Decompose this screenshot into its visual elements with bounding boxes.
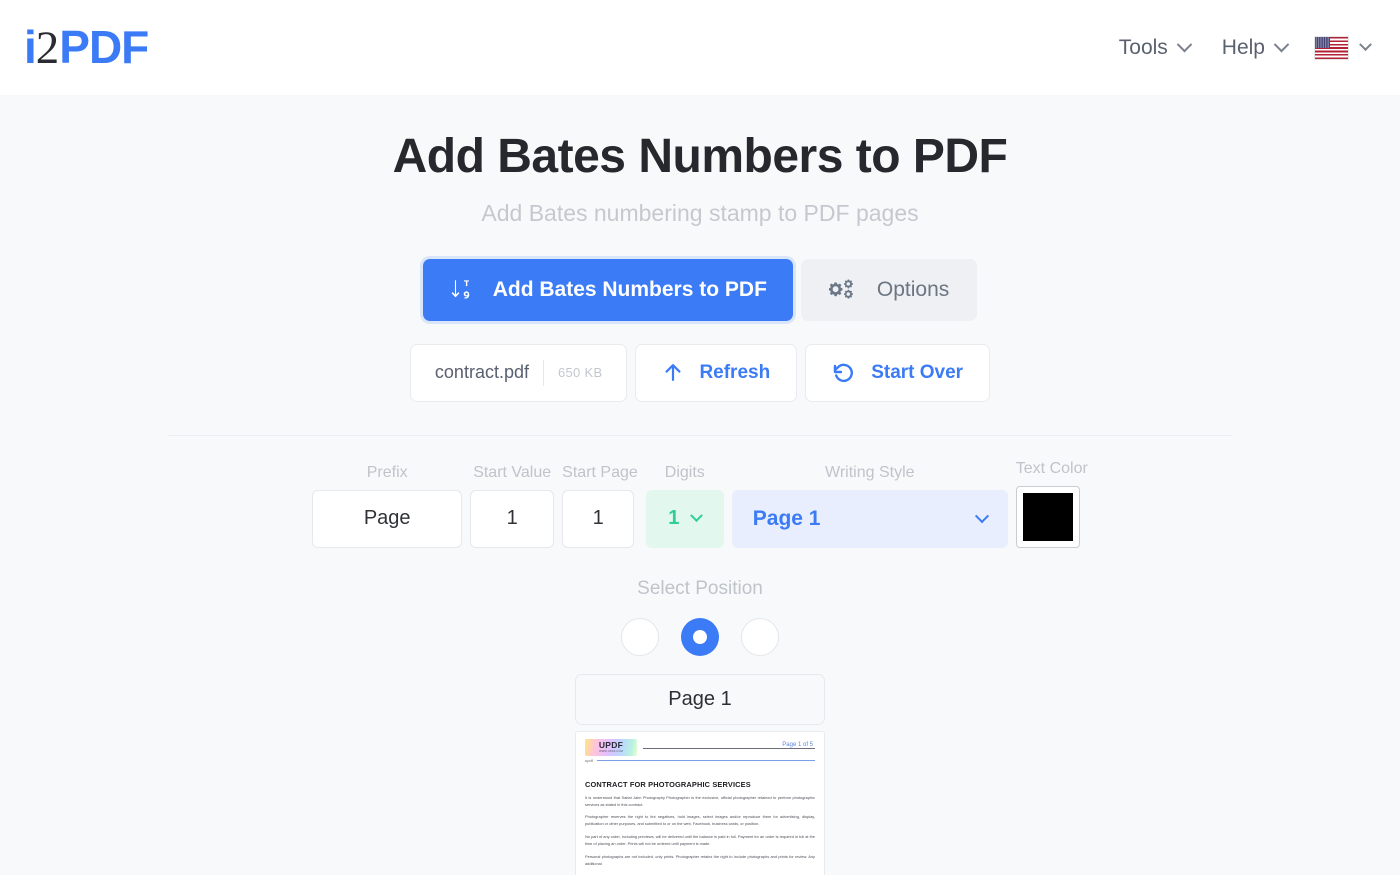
logo-part-i: i: [24, 20, 37, 73]
site-header: i 2 PDF Tools Help: [0, 0, 1400, 95]
field-digits-label: Digits: [664, 463, 705, 481]
text-color-swatch[interactable]: [1015, 485, 1080, 548]
chevron-down-icon: [690, 509, 704, 523]
thumbnail-document-title: CONTRACT FOR PHOTOGRAPHIC SERVICES: [585, 779, 751, 789]
preview-stamp-text: Page 1: [575, 673, 825, 725]
sort-numeric-down-icon: [449, 277, 475, 303]
writing-style-select-value: Page 1: [752, 506, 821, 530]
updf-logo-icon: UPDF WWW.UPDF.COM: [585, 738, 637, 756]
add-bates-numbers-button[interactable]: Add Bates Numbers to PDF: [422, 258, 793, 321]
thumbnail-subheader: updf: [585, 758, 815, 763]
add-bates-numbers-button-label: Add Bates Numbers to PDF: [492, 277, 767, 301]
thumbnail-subheader-rule: [596, 759, 815, 761]
file-size: 650 KB: [557, 365, 603, 381]
nav-item-tools-label: Tools: [1118, 35, 1168, 59]
field-text-color: Text Color: [1015, 459, 1088, 548]
field-writing-style: Writing Style Page 1: [731, 463, 1008, 548]
chevron-down-icon: [1176, 36, 1193, 53]
options-button[interactable]: Options: [800, 258, 978, 321]
undo-icon: [832, 361, 856, 385]
thumbnail-header-rule: Page 1 of 5: [643, 741, 815, 749]
pdf-page-thumbnail[interactable]: UPDF WWW.UPDF.COM Page 1 of 5 updf CONTR…: [575, 730, 825, 875]
page-subtitle: Add Bates numbering stamp to PDF pages: [481, 199, 919, 226]
text-color-swatch-inner: [1022, 492, 1073, 541]
digits-select-value: 1: [668, 507, 680, 530]
chevron-down-icon: [1273, 36, 1290, 53]
page-body: Add Bates Numbers to PDF Add Bates numbe…: [0, 95, 1400, 875]
content-container: Add Bates Numbers to PDF Add Bates numbe…: [168, 95, 1232, 402]
field-writing-style-label: Writing Style: [825, 463, 915, 481]
logo[interactable]: i 2 PDF: [24, 20, 149, 74]
position-radio-group: [0, 617, 1400, 656]
start-over-button-label: Start Over: [871, 361, 964, 383]
arrow-up-icon: [662, 361, 684, 384]
thumbnail-paragraph: No part of any order, including previews…: [585, 834, 815, 846]
thumbnail-paragraph: Personal photographs are not included, o…: [585, 853, 815, 866]
thumbnail-watermark-tag: updf: [585, 757, 593, 763]
position-radio-center[interactable]: [681, 617, 719, 656]
start-page-input[interactable]: 1: [562, 489, 635, 548]
nav-item-help[interactable]: Help: [1206, 28, 1303, 68]
field-prefix-label: Prefix: [366, 463, 408, 481]
logo-part-pdf: PDF: [59, 20, 149, 73]
field-text-color-label: Text Color: [1015, 459, 1088, 477]
prefix-input[interactable]: Page: [312, 489, 463, 548]
file-actions-row: contract.pdf 650 KB Refresh Start Over: [168, 343, 1232, 402]
field-start-page-label: Start Page: [562, 463, 638, 481]
thumbnail-paragraph: Photographer reserves the right to tint …: [585, 814, 815, 827]
position-radio-left[interactable]: [621, 617, 659, 656]
field-start-value-label: Start Value: [473, 463, 552, 481]
page-title: Add Bates Numbers to PDF: [392, 130, 1008, 183]
thumbnail-paragraph: It is understood that Sabat Jahn Photogr…: [585, 794, 815, 807]
updf-logo-subtext: WWW.UPDF.COM: [599, 749, 623, 753]
field-start-value: Start Value 1: [470, 463, 555, 548]
field-digits: Digits 1: [645, 463, 724, 548]
file-chip[interactable]: contract.pdf 650 KB: [409, 343, 628, 402]
nav-item-help-label: Help: [1221, 35, 1265, 59]
action-buttons: Add Bates Numbers to PDF Options: [168, 258, 1232, 321]
position-radio-right[interactable]: [741, 617, 779, 656]
options-button-label: Options: [876, 277, 950, 301]
refresh-button[interactable]: Refresh: [635, 343, 798, 402]
settings-fields: Prefix Page Start Value 1 Start Page 1 D…: [0, 460, 1400, 548]
thumbnail-header: UPDF WWW.UPDF.COM Page 1 of 5: [585, 738, 815, 756]
language-selector[interactable]: [1303, 29, 1372, 67]
start-over-button[interactable]: Start Over: [805, 343, 991, 402]
main-navigation: Tools Help: [1103, 28, 1372, 68]
us-flag-icon: [1315, 36, 1348, 59]
digits-select[interactable]: 1: [645, 489, 724, 548]
cogs-icon: [828, 277, 859, 303]
select-position-label: Select Position: [637, 577, 763, 599]
start-value-input[interactable]: 1: [470, 489, 555, 548]
section-divider: [168, 434, 1232, 436]
file-name: contract.pdf: [434, 362, 529, 383]
chip-divider: [542, 359, 544, 386]
chevron-down-icon: [1359, 38, 1372, 52]
nav-item-tools[interactable]: Tools: [1103, 28, 1206, 68]
field-start-page: Start Page 1: [562, 464, 638, 548]
updf-logo-text: UPDF: [598, 740, 624, 751]
chevron-down-icon: [974, 508, 989, 524]
logo-part-2: 2: [35, 21, 59, 74]
preview-stack: Page 1 UPDF WWW.UPDF.COM Page 1 of 5 upd…: [575, 673, 825, 875]
field-prefix: Prefix Page: [312, 463, 463, 548]
refresh-button-label: Refresh: [699, 361, 771, 383]
writing-style-select[interactable]: Page 1: [731, 489, 1008, 548]
thumbnail-page-indicator: Page 1 of 5: [779, 741, 813, 748]
